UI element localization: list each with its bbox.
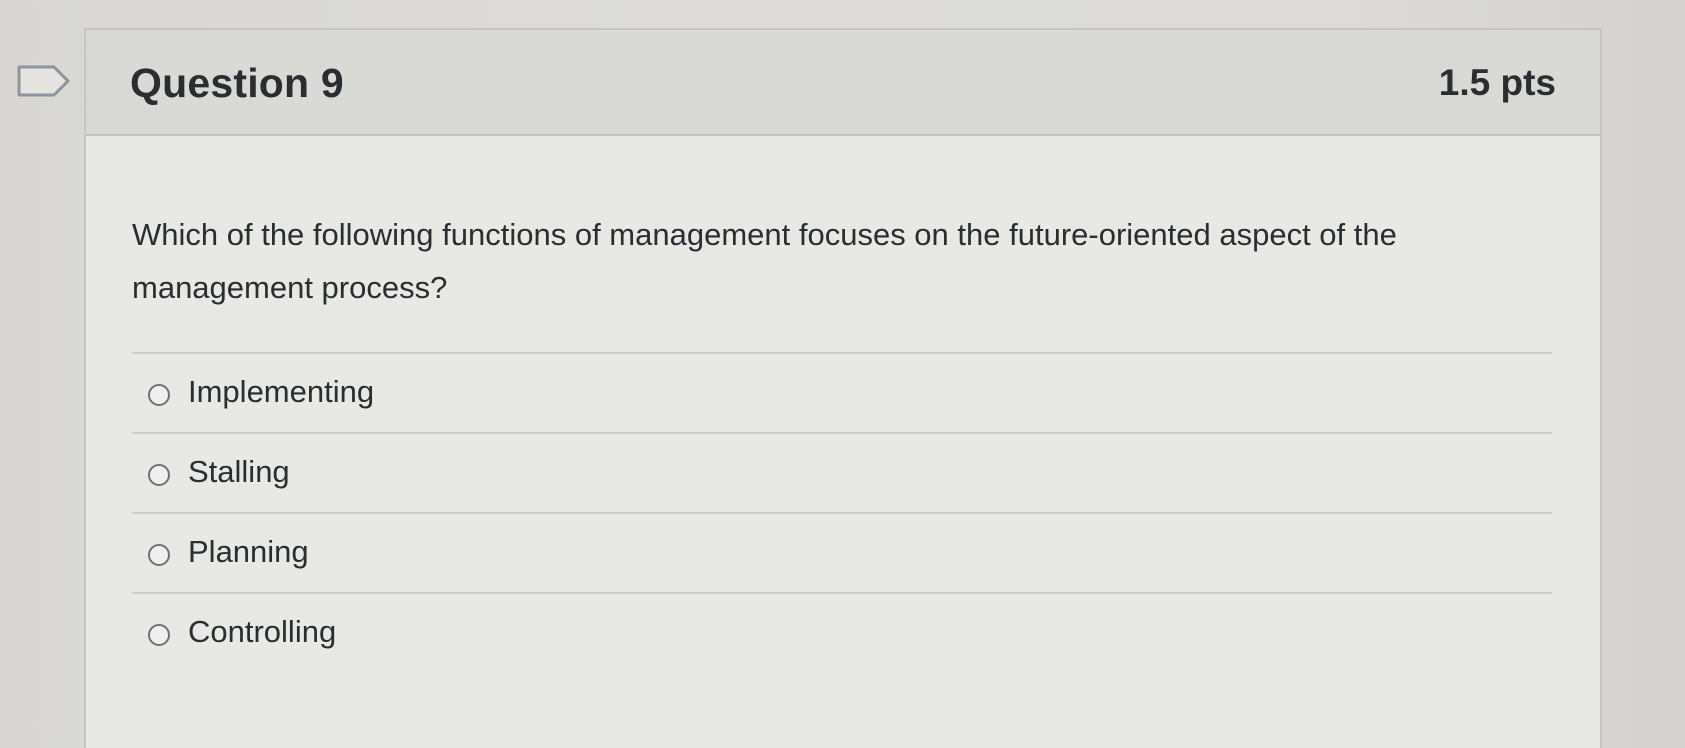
- radio-button-icon[interactable]: [148, 544, 170, 566]
- flag-icon[interactable]: [16, 64, 72, 98]
- question-card: Question 9 1.5 pts Which of the followin…: [84, 28, 1602, 748]
- radio-button-icon[interactable]: [148, 624, 170, 646]
- radio-button-icon[interactable]: [148, 464, 170, 486]
- question-title: Question 9: [130, 60, 344, 106]
- question-points: 1.5 pts: [1438, 62, 1556, 103]
- question-header: Question 9 1.5 pts: [86, 30, 1600, 136]
- answer-list: Implementing Stalling Planning Controlli…: [132, 352, 1552, 672]
- answer-option[interactable]: Controlling: [132, 592, 1552, 672]
- radio-button-icon[interactable]: [148, 384, 170, 406]
- question-text: Which of the following functions of mana…: [132, 217, 1397, 305]
- answer-label[interactable]: Controlling: [188, 614, 336, 650]
- answer-label[interactable]: Planning: [188, 534, 309, 570]
- answer-option[interactable]: Stalling: [132, 432, 1552, 512]
- answer-option[interactable]: Planning: [132, 512, 1552, 592]
- answer-label[interactable]: Stalling: [188, 454, 290, 490]
- answer-option[interactable]: Implementing: [132, 352, 1552, 432]
- answer-label[interactable]: Implementing: [188, 374, 374, 410]
